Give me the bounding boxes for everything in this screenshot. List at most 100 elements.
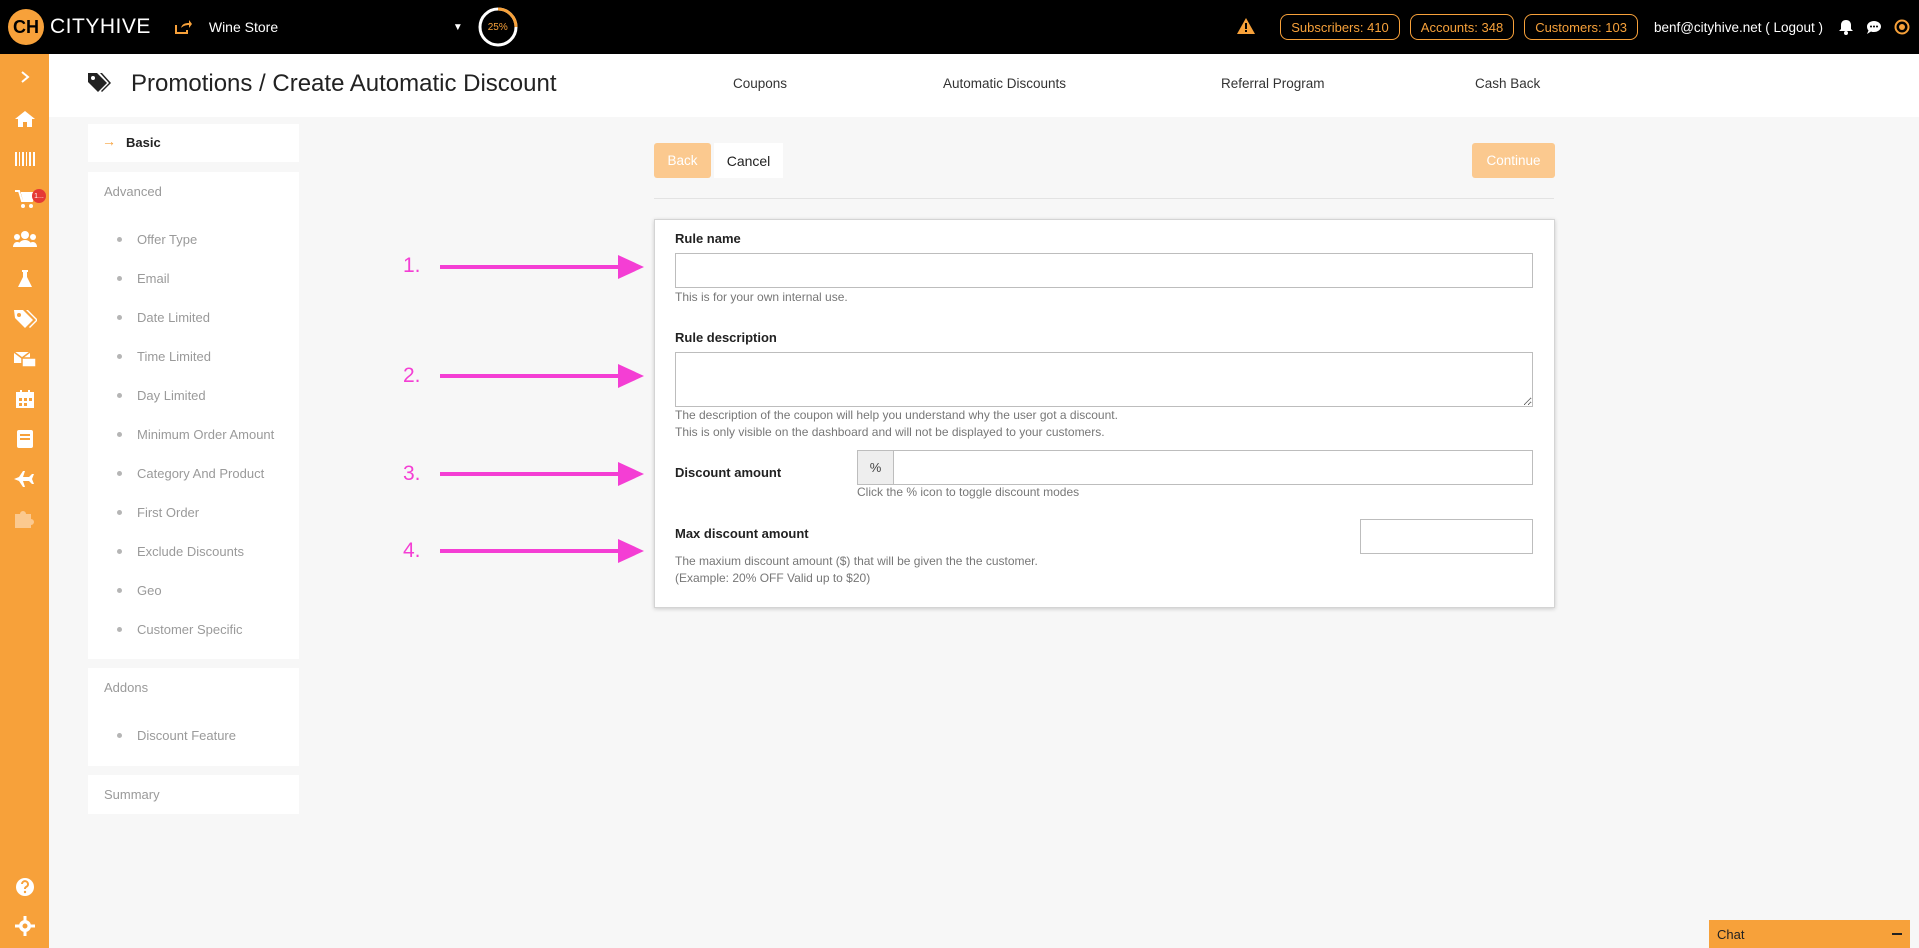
user-logout-link[interactable]: benf@cityhive.net ( Logout ) — [1654, 20, 1823, 35]
warning-icon[interactable] — [1236, 17, 1256, 37]
help-icon[interactable] — [0, 872, 49, 902]
nav-coupons[interactable]: Coupons — [733, 76, 787, 91]
top-bar: CH CITYHIVE Wine Store ▼ 25% Subscribers… — [0, 0, 1919, 54]
chevron-down-icon[interactable]: ▼ — [453, 22, 463, 33]
step-sub-item[interactable]: Minimum Order Amount — [137, 427, 274, 442]
step-addons: Addons Discount Feature — [88, 668, 299, 766]
max-discount-help-1: The maxium discount amount ($) that will… — [675, 554, 1038, 568]
bullet-icon — [117, 733, 122, 738]
bullet-icon — [117, 471, 122, 476]
rule-name-help: This is for your own internal use. — [675, 290, 848, 304]
account-circle-icon[interactable] — [1891, 16, 1913, 38]
page-header: Promotions / Create Automatic Discount C… — [49, 54, 1919, 117]
annotation-number-3: 3. — [403, 462, 421, 485]
max-discount-input[interactable] — [1360, 519, 1533, 554]
bullet-icon — [117, 237, 122, 242]
rule-description-help-2: This is only visible on the dashboard an… — [675, 425, 1105, 439]
chat-label: Chat — [1717, 926, 1745, 942]
barcode-icon[interactable] — [0, 144, 49, 174]
step-sub-item[interactable]: Geo — [137, 583, 162, 598]
users-icon[interactable] — [0, 224, 49, 254]
discount-amount-input[interactable] — [893, 450, 1533, 485]
flask-icon[interactable] — [0, 264, 49, 294]
home-icon[interactable] — [0, 104, 49, 134]
calendar-icon[interactable] — [0, 384, 49, 414]
arrow-right-icon: → — [102, 133, 116, 149]
discount-amount-help: Click the % icon to toggle discount mode… — [857, 485, 1080, 499]
nav-cash-back[interactable]: Cash Back — [1475, 76, 1540, 91]
step-sub-item[interactable]: Day Limited — [137, 388, 206, 403]
step-sub-item[interactable]: Date Limited — [137, 310, 210, 325]
divider — [654, 198, 1554, 199]
expand-menu-icon[interactable] — [0, 62, 49, 92]
setup-progress-ring[interactable]: 25% — [477, 6, 519, 48]
rule-description-help-1: The description of the coupon will help … — [675, 408, 1118, 422]
step-advanced: Advanced Offer Type Email Date Limited Time… — [88, 172, 299, 659]
chat-widget[interactable]: Chat — [1709, 920, 1910, 948]
annotation-arrows — [440, 255, 644, 563]
cancel-button[interactable]: Cancel — [714, 143, 783, 178]
step-sub-item[interactable]: Time Limited — [137, 349, 211, 364]
max-discount-label: Max discount amount — [675, 526, 809, 541]
logo-text: CITYHIVE — [50, 15, 151, 38]
max-discount-help-2: (Example: 20% OFF Valid up to $20) — [675, 571, 871, 585]
step-advanced-label[interactable]: Advanced — [104, 184, 162, 199]
step-sub-item[interactable]: First Order — [137, 505, 199, 520]
bullet-icon — [117, 276, 122, 281]
store-selector[interactable]: Wine Store — [209, 19, 449, 35]
bullet-icon — [117, 393, 122, 398]
step-sub-item[interactable]: Offer Type — [137, 232, 197, 247]
share-icon[interactable] — [173, 17, 193, 37]
discount-form-card: Rule name This is for your own internal … — [654, 219, 1555, 608]
rule-description-input[interactable] — [675, 352, 1533, 407]
chat-bubble-icon[interactable] — [1863, 16, 1885, 38]
step-summary[interactable]: Summary — [88, 775, 299, 814]
plane-icon[interactable] — [0, 464, 49, 494]
step-addons-label[interactable]: Addons — [104, 680, 148, 695]
bullet-icon — [117, 627, 122, 632]
discount-amount-label: Discount amount — [675, 465, 782, 480]
subscribers-badge[interactable]: Subscribers: 410 — [1280, 14, 1400, 40]
bullet-icon — [117, 354, 122, 359]
book-icon[interactable] — [0, 424, 49, 454]
nav-referral-program[interactable]: Referral Program — [1221, 76, 1325, 91]
step-sub-item[interactable]: Email — [137, 271, 170, 286]
settings-gear-icon[interactable] — [0, 911, 49, 941]
accounts-badge[interactable]: Accounts: 348 — [1409, 14, 1515, 40]
customers-badge[interactable]: Customers: 103 — [1524, 14, 1638, 40]
step-basic-label: Basic — [126, 135, 161, 150]
back-button[interactable]: Back — [654, 143, 711, 178]
logo-mark-icon: CH — [8, 9, 44, 45]
rule-name-label: Rule name — [675, 231, 741, 246]
bullet-icon — [117, 588, 122, 593]
percent-toggle-button[interactable]: % — [857, 450, 894, 485]
annotation-number-1: 1. — [403, 254, 421, 277]
bullet-icon — [117, 432, 122, 437]
cart-count-badge: 1... — [32, 189, 46, 203]
puzzle-icon[interactable] — [0, 504, 49, 534]
cityhive-logo[interactable]: CH CITYHIVE — [8, 9, 151, 45]
minimize-icon[interactable] — [1892, 933, 1902, 935]
bell-icon[interactable] — [1835, 16, 1857, 38]
bullet-icon — [117, 315, 122, 320]
progress-percent: 25% — [487, 21, 508, 33]
tags-icon — [87, 72, 111, 99]
nav-automatic-discounts[interactable]: Automatic Discounts — [943, 76, 1066, 91]
step-sub-item[interactable]: Customer Specific — [137, 622, 242, 637]
step-basic[interactable]: → Basic — [88, 124, 299, 162]
cart-icon[interactable]: 1... — [0, 184, 49, 214]
step-summary-label: Summary — [104, 787, 160, 802]
page-title: Promotions / Create Automatic Discount — [131, 70, 557, 97]
mail-cards-icon[interactable] — [0, 344, 49, 374]
step-sub-item[interactable]: Category And Product — [137, 466, 264, 481]
tags-icon[interactable] — [0, 304, 49, 334]
rule-name-input[interactable] — [675, 253, 1533, 288]
bullet-icon — [117, 510, 122, 515]
annotation-number-2: 2. — [403, 364, 421, 387]
step-sub-item[interactable]: Exclude Discounts — [137, 544, 244, 559]
step-sub-item[interactable]: Discount Feature — [137, 728, 236, 743]
continue-button[interactable]: Continue — [1472, 143, 1555, 178]
rule-description-label: Rule description — [675, 330, 777, 345]
left-nav-rail: 1... — [0, 54, 49, 948]
annotation-number-4: 4. — [403, 539, 421, 562]
